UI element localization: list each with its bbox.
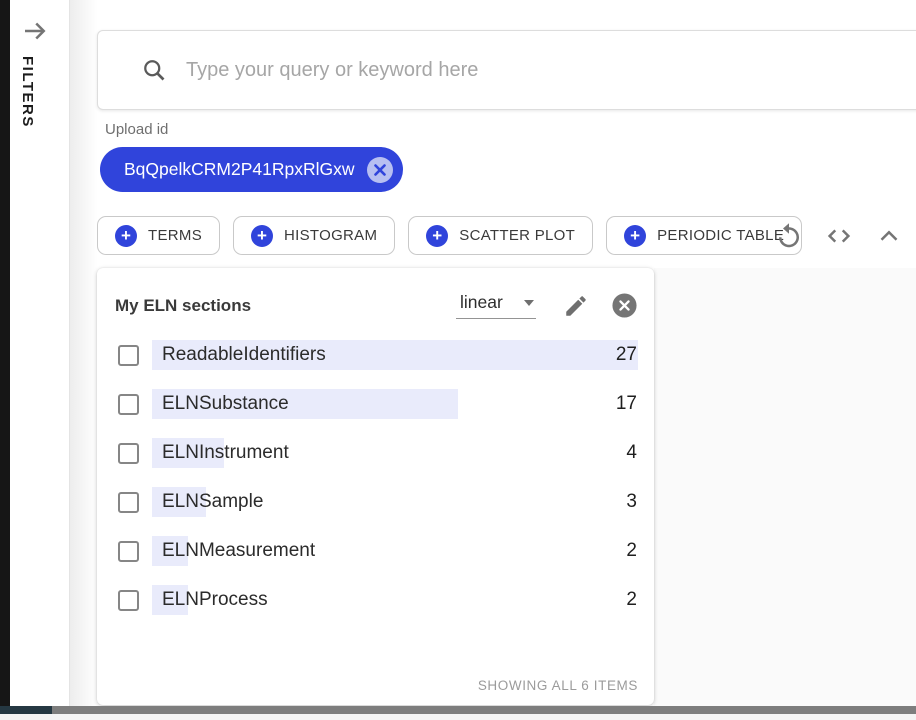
chip-delete-icon[interactable]: [366, 156, 394, 184]
list-item[interactable]: ELNMeasurement 2: [118, 535, 638, 567]
panel-shadow: [70, 0, 98, 706]
edit-pencil-icon[interactable]: [563, 293, 589, 319]
add-scatter-plot-button[interactable]: + SCATTER PLOT: [408, 216, 593, 255]
item-label: ELNMeasurement: [152, 540, 315, 561]
button-label: TERMS: [148, 227, 202, 244]
checkbox[interactable]: [118, 394, 139, 415]
filters-label: FILTERS: [19, 56, 36, 128]
checkbox[interactable]: [118, 443, 139, 464]
checkbox[interactable]: [118, 492, 139, 513]
plus-icon: +: [624, 225, 646, 247]
add-periodic-table-button[interactable]: + PERIODIC TABLE: [606, 216, 802, 255]
item-label: ELNSubstance: [152, 393, 289, 414]
plus-icon: +: [115, 225, 137, 247]
scale-value: linear: [460, 292, 503, 313]
item-label: ELNSample: [152, 491, 263, 512]
item-label: ReadableIdentifiers: [152, 344, 326, 365]
list-item[interactable]: ELNSubstance 17: [118, 388, 638, 420]
items-summary: SHOWING ALL 6 ITEMS: [97, 678, 654, 705]
item-label: ELNInstrument: [152, 442, 289, 463]
refresh-icon[interactable]: [774, 221, 804, 251]
plus-icon: +: [426, 225, 448, 247]
main-panel: Upload id BqQpelkCRM2P41RpxRlGxw + TERMS…: [70, 0, 916, 706]
checkbox[interactable]: [118, 541, 139, 562]
terms-list: ReadableIdentifiers 27 ELNSubstance 17: [97, 319, 654, 633]
card-header: My ELN sections linear: [97, 268, 654, 319]
scale-select[interactable]: linear: [456, 292, 536, 319]
scrollbar-track-end: [0, 714, 916, 720]
button-label: SCATTER PLOT: [459, 227, 575, 244]
expand-arrow-icon[interactable]: [20, 16, 50, 46]
button-label: HISTOGRAM: [284, 227, 377, 244]
search-bar: [97, 30, 916, 110]
chip-group-label: Upload id: [105, 121, 168, 138]
checkbox[interactable]: [118, 345, 139, 366]
list-item[interactable]: ELNProcess 2: [118, 584, 638, 616]
list-item[interactable]: ReadableIdentifiers 27: [118, 339, 638, 371]
chip-value: BqQpelkCRM2P41RpxRlGxw: [124, 159, 355, 180]
checkbox[interactable]: [118, 590, 139, 611]
scrollbar-corner: [0, 706, 52, 714]
search-input[interactable]: [186, 59, 916, 82]
upload-id-chip[interactable]: BqQpelkCRM2P41RpxRlGxw: [100, 147, 403, 192]
filters-sidebar: FILTERS: [10, 0, 70, 706]
item-count: 27: [616, 339, 637, 371]
filters-panel: FILTERS Upload id BqQpelkCRM2P41RpxRlGxw: [0, 0, 916, 720]
card-title: My ELN sections: [115, 296, 251, 316]
item-count: 17: [616, 388, 637, 420]
collapse-chevron-icon[interactable]: [874, 221, 904, 251]
button-label: PERIODIC TABLE: [657, 227, 784, 244]
eln-sections-card: My ELN sections linear: [97, 268, 654, 705]
plus-icon: +: [251, 225, 273, 247]
results-background: [654, 268, 916, 706]
horizontal-scrollbar[interactable]: [0, 706, 916, 714]
list-item[interactable]: ELNSample 3: [118, 486, 638, 518]
item-count: 2: [626, 584, 637, 616]
close-circle-icon[interactable]: [611, 292, 638, 319]
chevron-down-icon: [524, 300, 534, 306]
window-edge-strip: [0, 0, 10, 706]
item-count: 3: [626, 486, 637, 518]
item-label: ELNProcess: [152, 589, 268, 610]
search-icon: [141, 57, 168, 84]
add-terms-button[interactable]: + TERMS: [97, 216, 220, 255]
widget-toolbar: + TERMS + HISTOGRAM + SCATTER PLOT + PER…: [97, 216, 802, 255]
list-item[interactable]: ELNInstrument 4: [118, 437, 638, 469]
add-histogram-button[interactable]: + HISTOGRAM: [233, 216, 395, 255]
item-count: 2: [626, 535, 637, 567]
code-icon[interactable]: [824, 221, 854, 251]
item-count: 4: [626, 437, 637, 469]
